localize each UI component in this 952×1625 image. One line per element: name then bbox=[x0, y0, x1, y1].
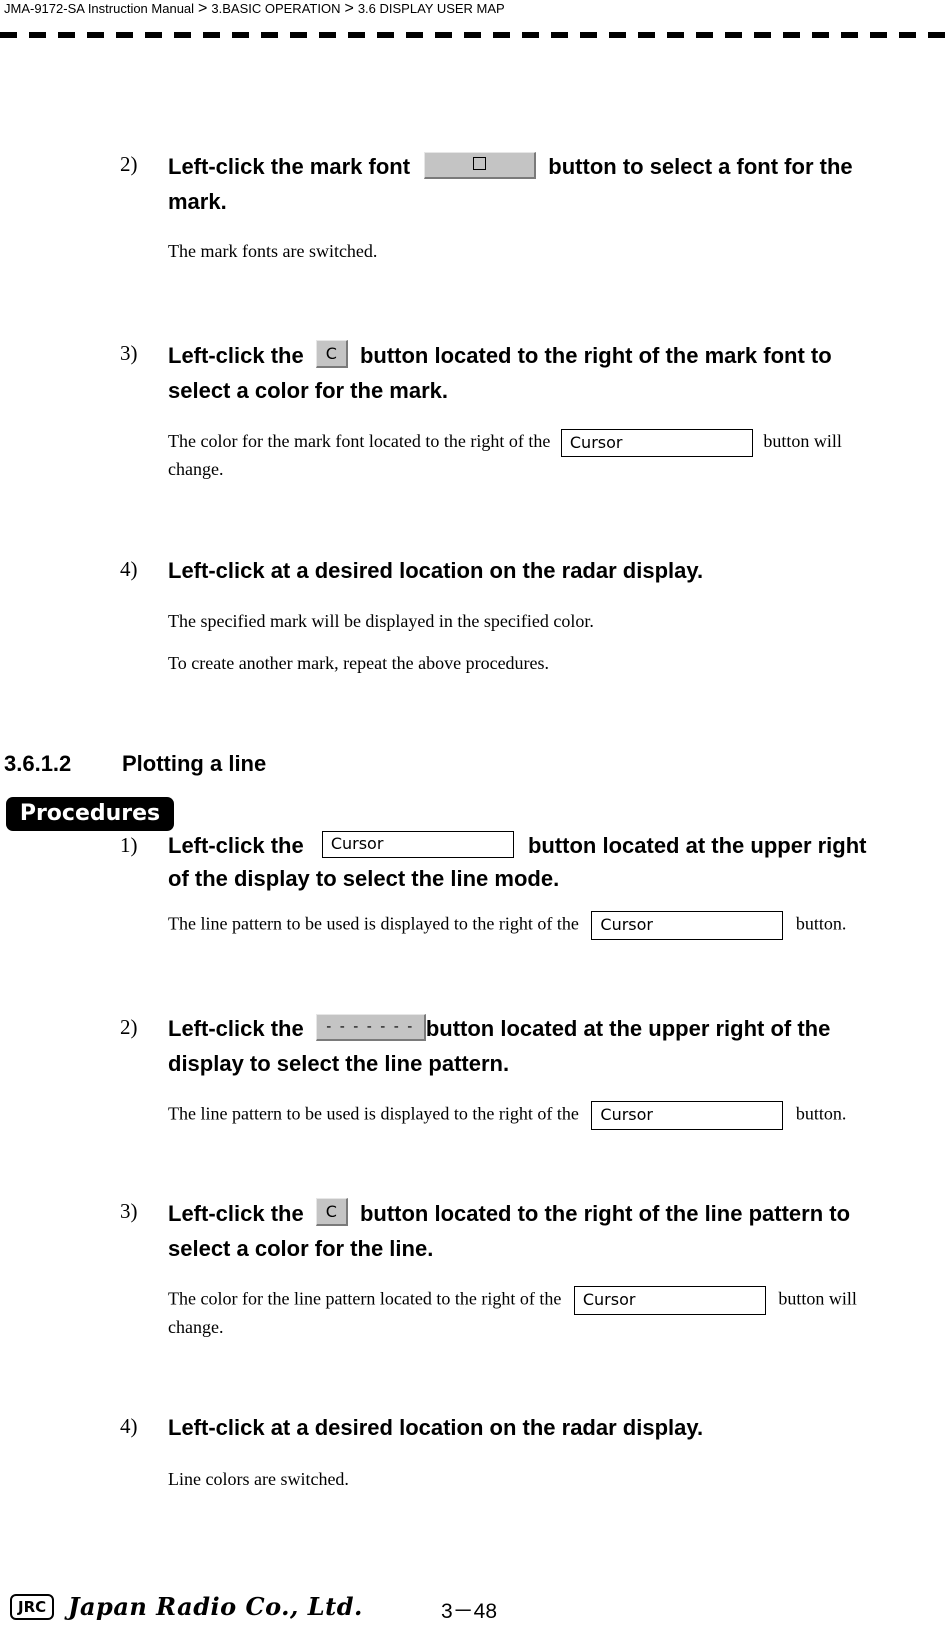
step-description: The color for the mark font located to t… bbox=[168, 429, 938, 482]
step-text: Left-click the bbox=[168, 1201, 304, 1226]
step-text: Left-click the bbox=[168, 343, 304, 368]
description-text: button. bbox=[795, 1103, 847, 1124]
step-text: button located to the right of the mark … bbox=[359, 343, 832, 368]
step-instruction: Left-click the C button located to the r… bbox=[168, 338, 938, 408]
description-text: button. bbox=[795, 913, 847, 934]
step-instruction: Left-click the C button located to the r… bbox=[168, 1196, 948, 1266]
step-text: display to select the line pattern. bbox=[168, 1051, 510, 1076]
section-title: Plotting a line bbox=[122, 751, 267, 776]
step-description: The mark fonts are switched. bbox=[168, 241, 378, 261]
step-instruction: Left-click the Cursor button located at … bbox=[168, 829, 948, 895]
step-number: 3) bbox=[120, 341, 138, 365]
description-text: The line pattern to be used is displayed… bbox=[168, 913, 579, 934]
square-mark-icon bbox=[473, 157, 487, 171]
step-instruction: Left-click at a desired location on the … bbox=[168, 1415, 704, 1440]
step-text: button located to the right of the line … bbox=[359, 1201, 851, 1226]
step-text: mark. bbox=[168, 189, 227, 214]
company-name: Japan Radio Co., Ltd. bbox=[68, 1592, 363, 1621]
step-instruction: Left-click the mark font button to selec… bbox=[168, 149, 938, 219]
cursor-mode-button[interactable]: Cursor bbox=[591, 911, 784, 940]
step-description: To create another mark, repeat the above… bbox=[168, 653, 550, 673]
cursor-mode-button[interactable]: Cursor bbox=[560, 429, 753, 457]
section-number: 3.6.1.2 bbox=[4, 751, 72, 776]
breadcrumb-item-section: 3.6 DISPLAY USER MAP bbox=[357, 1, 505, 16]
step-text: Left-click the bbox=[168, 833, 304, 858]
company-logo: JRC Japan Radio Co., Ltd. bbox=[10, 1592, 363, 1621]
step-number: 3) bbox=[120, 1199, 138, 1223]
step-description: The specified mark will be displayed in … bbox=[168, 611, 594, 631]
step-description: The color for the line pattern located t… bbox=[168, 1286, 948, 1340]
mark-color-button[interactable]: C bbox=[315, 340, 348, 369]
cursor-mode-button[interactable]: Cursor bbox=[573, 1286, 766, 1315]
step-text: Left-click the bbox=[168, 1016, 304, 1041]
step-instruction: Left-click at a desired location on the … bbox=[168, 558, 704, 583]
cursor-mode-button[interactable]: Cursor bbox=[591, 1101, 784, 1130]
description-text: button will bbox=[763, 431, 842, 452]
step-number: 2) bbox=[120, 152, 138, 176]
mark-font-button[interactable] bbox=[424, 151, 537, 179]
step-number: 4) bbox=[120, 1414, 138, 1438]
breadcrumb-item-chapter: 3.BASIC OPERATION bbox=[211, 1, 341, 16]
step-text: button located at the upper right of the bbox=[425, 1016, 831, 1041]
step-number: 4) bbox=[120, 557, 138, 581]
step-text: Left-click the mark font bbox=[168, 154, 411, 179]
step-description: The line pattern to be used is displayed… bbox=[168, 911, 948, 940]
description-text: change. bbox=[168, 1317, 224, 1337]
step-instruction: Left-click the - - - - - - - button locat… bbox=[168, 1011, 948, 1081]
line-mode-button[interactable]: Cursor bbox=[321, 830, 514, 858]
description-text: The color for the mark font located to t… bbox=[168, 431, 551, 452]
description-text: The color for the line pattern located t… bbox=[168, 1288, 562, 1309]
step-description: The line pattern to be used is displayed… bbox=[168, 1101, 948, 1130]
description-text: The line pattern to be used is displayed… bbox=[168, 1103, 579, 1124]
step-text: button to select a font for the bbox=[548, 154, 853, 179]
step-description: Line colors are switched. bbox=[168, 1469, 349, 1489]
breadcrumb-separator: > bbox=[198, 0, 208, 17]
procedures-badge: Procedures bbox=[6, 797, 174, 831]
step-text: button located at the upper right bbox=[527, 833, 867, 858]
description-text: change. bbox=[168, 459, 224, 479]
line-color-button[interactable]: C bbox=[315, 1198, 348, 1227]
jrc-logo-badge: JRC bbox=[10, 1593, 55, 1620]
line-pattern-button[interactable]: - - - - - - - bbox=[315, 1013, 426, 1041]
breadcrumb-separator: > bbox=[344, 0, 354, 17]
page-number: 3－48 bbox=[441, 1600, 498, 1623]
description-text: button will bbox=[778, 1288, 857, 1309]
step-text: of the display to select the line mode. bbox=[168, 866, 560, 891]
breadcrumb: JMA-9172-SA Instruction Manual >3.BASIC O… bbox=[4, 0, 505, 18]
step-number: 2) bbox=[120, 1015, 138, 1039]
header-divider bbox=[0, 32, 952, 38]
step-text: select a color for the line. bbox=[168, 1236, 434, 1261]
step-number: 1) bbox=[120, 833, 138, 857]
breadcrumb-item-manual: JMA-9172-SA Instruction Manual bbox=[4, 1, 195, 16]
step-text: select a color for the mark. bbox=[168, 378, 448, 403]
